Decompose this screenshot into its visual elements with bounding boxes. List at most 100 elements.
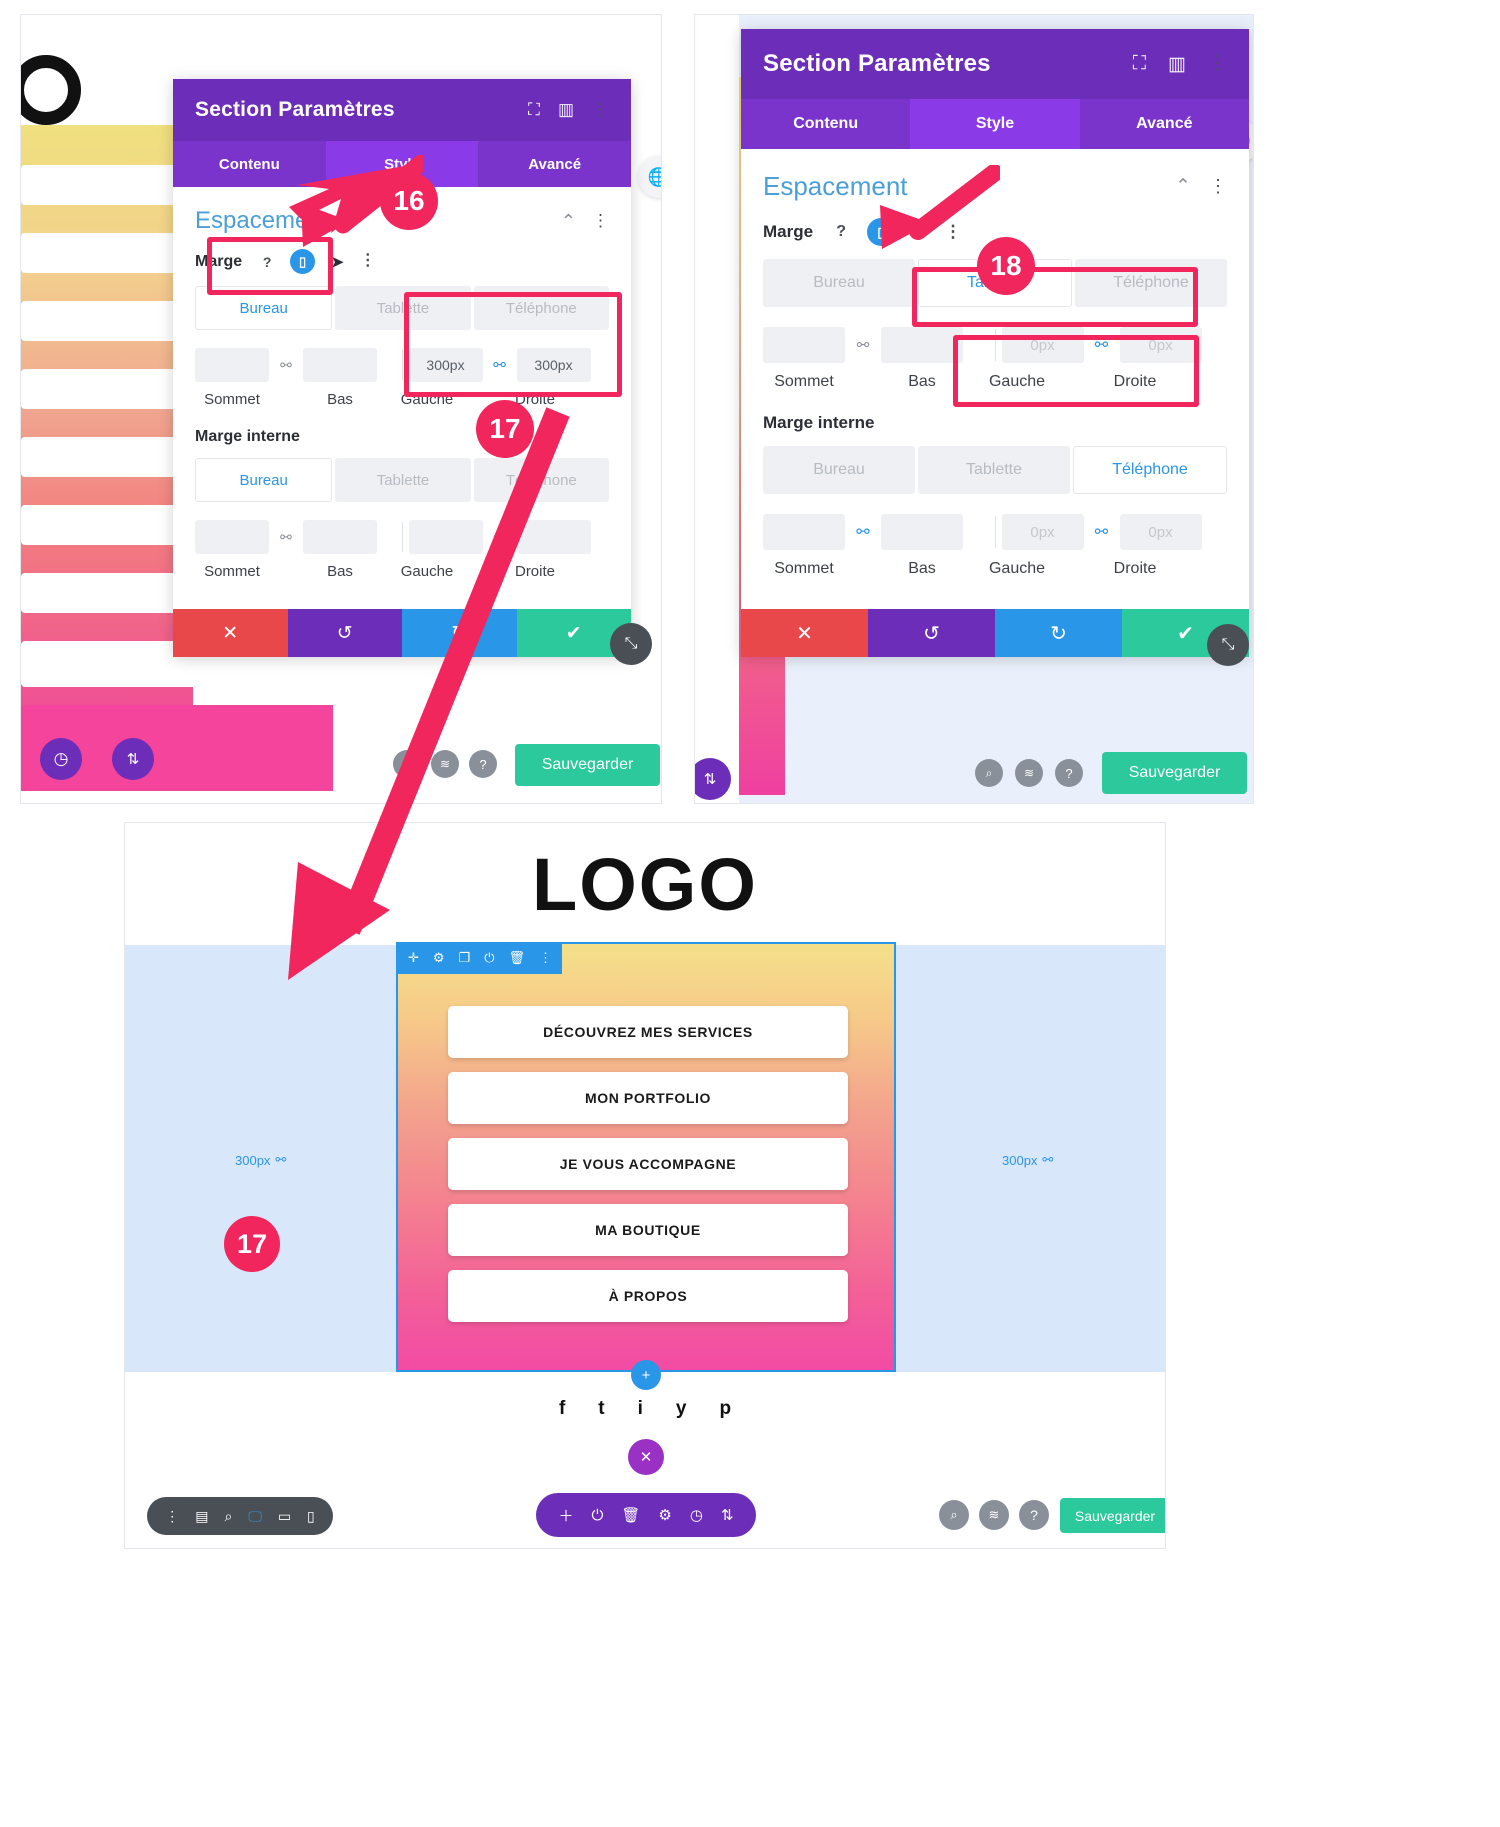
tablet-icon[interactable]: ▭ [278,1508,291,1525]
save-button-right[interactable]: Sauvegarder [1102,752,1247,794]
section-container[interactable]: ✛ ⚙ ❐ ⏻ 🗑 ⋮ DÉCOUVREZ MES SERVICES MON P… [396,942,896,1372]
marge-breakpoint-telephone[interactable]: Téléphone [1075,259,1227,307]
zoom-icon-button[interactable]: ⌕ [975,759,1003,787]
link-icon[interactable]: ⚯ [845,522,881,542]
marge-breakpoint-telephone[interactable]: Téléphone [473,286,609,330]
tab-avance[interactable]: Avancé [1080,99,1249,149]
link-icon[interactable]: ⚯ [1084,522,1120,542]
updown-icon-button[interactable]: ⇅ [112,738,154,780]
split-view-icon[interactable]: ▥ [1168,53,1186,76]
marge-sommet-input[interactable] [763,327,845,363]
marge-sommet-input[interactable] [195,348,269,382]
marge-droite-input[interactable]: 300px [516,348,591,382]
cancel-x-button[interactable]: ✕ [741,609,868,657]
help-icon-button[interactable]: ? [1019,1500,1049,1530]
fullscreen-icon[interactable]: ⛶ [1133,53,1146,75]
tab-style[interactable]: Style [910,99,1080,149]
marge-gauche-input[interactable]: 0px [1001,327,1084,363]
updown-icon[interactable]: ⇅ [721,1506,734,1524]
link-icon[interactable]: ⚯ [1084,335,1120,355]
modal-header: Section Paramètres ⛶ ▥ ⋮ [741,29,1249,99]
caption-sommet: Sommet [204,563,260,580]
layers-icon-button[interactable]: ≋ [1015,759,1043,787]
caption-sommet: Sommet [774,373,834,390]
split-view-icon[interactable]: ▥ [558,100,574,120]
arrow-18 [880,165,1000,249]
help-icon[interactable]: ? [829,220,853,244]
power-icon[interactable]: ⏻ [591,1507,603,1524]
zoom-icon-button[interactable]: ⌕ [939,1500,969,1530]
twitter-icon[interactable]: t [598,1398,604,1420]
help-icon-button[interactable]: ? [1055,759,1083,787]
history-icon[interactable]: ◷ [690,1506,703,1524]
link-icon[interactable]: ⚯ [269,357,303,374]
marge-breakpoint-bureau[interactable]: Bureau [763,259,915,307]
kebab-menu-icon[interactable]: ⋮ [165,1508,179,1525]
undo-arrow-button[interactable]: ↺ [868,609,995,657]
resize-handle[interactable]: ⤡ [1207,624,1249,666]
redo-arrow-button[interactable]: ↻ [995,609,1122,657]
padding-breakpoint-segments: Bureau Tablette Téléphone [763,446,1227,494]
plus-icon[interactable]: ＋ [558,1505,573,1526]
caption-gauche: Gauche [988,373,1046,390]
add-section-button[interactable]: + [631,1360,661,1390]
padding-sommet-input[interactable] [195,520,269,554]
kebab-menu-icon[interactable]: ⋮ [1209,177,1227,195]
marge-bas-input[interactable] [303,348,377,382]
kebab-menu-icon[interactable]: ⋮ [592,212,609,230]
padding-bas-input[interactable] [881,514,963,550]
marge-breakpoint-segments: Bureau Tablette Téléphone [195,286,609,330]
fullscreen-icon[interactable]: ⛶ [528,100,540,120]
link-icon[interactable]: ⚯ [845,336,881,354]
marge-breakpoint-tablette[interactable]: Tablette [335,286,471,330]
padding-sommet-input[interactable] [763,514,845,550]
menu-item-4[interactable]: À PROPOS [448,1270,848,1322]
padding-breakpoint-bureau[interactable]: Bureau [763,446,915,494]
menu-item-3[interactable]: MA BOUTIQUE [448,1204,848,1256]
close-icon-button[interactable]: ✕ [628,1439,664,1475]
padding-breakpoint-tablette[interactable]: Tablette [918,446,1070,494]
margin-left-indicator: 300px ⚯ [235,1152,286,1168]
link-icon[interactable]: ⚯ [483,356,517,374]
padding-droite-input[interactable]: 0px [1119,514,1202,550]
instagram-icon[interactable]: i [638,1398,643,1420]
marge-gauche-input[interactable]: 300px [408,348,483,382]
kebab-menu-icon[interactable]: ⋮ [592,101,609,119]
marge-breakpoint-bureau[interactable]: Bureau [195,286,333,330]
caption-droite: Droite [1113,560,1157,577]
padding-breakpoint-telephone[interactable]: Téléphone [1073,446,1227,494]
tab-avance[interactable]: Avancé [478,141,631,187]
pinterest-icon[interactable]: p [719,1398,731,1420]
layers-icon-button[interactable]: ≋ [979,1500,1009,1530]
menu-item-0[interactable]: DÉCOUVREZ MES SERVICES [448,1006,848,1058]
divider [994,329,996,361]
zoom-icon[interactable]: ⌕ [224,1508,232,1525]
marge-label: Marge [763,222,814,241]
chevron-up-icon[interactable]: ⌃ [561,211,576,232]
facebook-icon[interactable]: f [559,1398,565,1420]
save-button-preview[interactable]: Sauvegarder [1060,1498,1165,1533]
modal-action-bar: ✕ ↺ ↻ ✔ [741,609,1249,657]
tab-contenu[interactable]: Contenu [741,99,910,149]
badge-16: 16 [380,172,438,230]
marge-droite-input[interactable]: 0px [1119,327,1202,363]
help-icon[interactable]: ? [256,251,278,273]
trash-icon[interactable]: 🗑 [621,1506,640,1524]
gear-icon[interactable]: ⚙ [658,1506,671,1524]
margin-right-value: 300px [1002,1152,1038,1168]
resize-handle[interactable]: ⤡ [610,623,652,665]
modal-tabs: Contenu Style Avancé [741,99,1249,149]
menu-item-1[interactable]: MON PORTFOLIO [448,1072,848,1124]
view-mode-toolbar: ⋮ ▤ ⌕ 🖵 ▭ ▯ [147,1497,333,1535]
youtube-icon[interactable]: y [676,1398,687,1420]
kebab-menu-icon[interactable]: ⋮ [1208,53,1227,73]
chevron-up-icon[interactable]: ⌃ [1175,175,1191,198]
phone-icon[interactable]: ▯ [307,1508,315,1525]
modal-title: Section Paramètres [763,50,991,77]
wireframe-icon[interactable]: ▤ [195,1508,208,1525]
marge-bas-input[interactable] [881,327,963,363]
desktop-icon[interactable]: 🖵 [248,1508,262,1525]
clock-icon-button[interactable]: ◷ [40,738,82,780]
padding-gauche-input[interactable]: 0px [1001,514,1084,550]
menu-item-2[interactable]: JE VOUS ACCOMPAGNE [448,1138,848,1190]
